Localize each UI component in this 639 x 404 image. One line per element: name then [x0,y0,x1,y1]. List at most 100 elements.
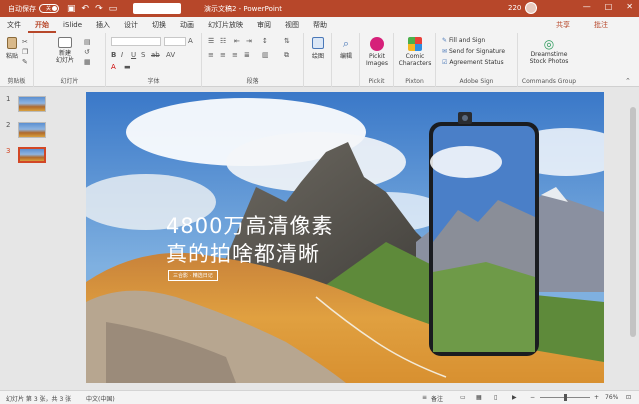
fit-slide-icon[interactable]: ⊡ [626,394,631,401]
font-search-box[interactable] [133,3,182,14]
slide-headline-line2[interactable]: 真的拍啥都清晰 [166,238,320,268]
align-right-icon[interactable]: ≡ [232,51,238,59]
align-left-icon[interactable]: ≡ [208,51,214,59]
tab-design[interactable]: 设计 [117,17,145,33]
slide-thumbnail-3[interactable] [18,147,46,163]
copy-icon[interactable]: ❐ [22,48,28,56]
smartart-icon[interactable]: ⧉ [284,51,289,60]
user-name[interactable]: 220 [508,4,521,12]
shapes-icon [312,37,324,49]
dreamstime-label-line2: Stock Photos [529,58,569,65]
fill-and-sign-button[interactable]: ✎ Fill and Sign [442,37,485,44]
close-icon[interactable]: ✕ [626,2,633,11]
tab-transitions[interactable]: 切换 [145,17,173,33]
undo-icon[interactable]: ↶ [82,4,90,14]
underline-icon[interactable]: U [131,51,136,59]
layout-icon[interactable]: ▤ [84,38,91,46]
bullets-icon[interactable]: ☰ [208,37,214,45]
bold-icon[interactable]: B [111,51,116,59]
notes-button[interactable]: 备注 [431,394,443,403]
language-indicator[interactable]: 中文(中国) [86,394,115,403]
text-direction-icon[interactable]: ⇅ [284,37,290,45]
quick-access-toolbar: ▣ ↶ ↷ ▭ [67,4,117,14]
send-for-signature-button[interactable]: ✉ Send for Signature [442,48,505,55]
autosave-toggle[interactable]: 关 [39,4,59,13]
agreement-status-button[interactable]: ☑ Agreement Status [442,59,504,66]
font-grow-icon[interactable]: A [188,37,193,45]
font-name-field[interactable] [111,37,161,46]
tab-animations[interactable]: 动画 [173,17,201,33]
line-spacing-icon[interactable]: ↕ [262,37,268,45]
comic-characters-button[interactable]: Comic Characters [396,37,434,67]
scrollbar-thumb[interactable] [630,107,636,337]
avatar[interactable] [525,2,537,14]
decrease-indent-icon[interactable]: ⇤ [234,37,240,45]
slide-thumbnail-panel: 1 2 3 [0,87,58,390]
italic-icon[interactable]: I [121,51,123,59]
agreement-status-label: Agreement Status [449,59,504,66]
tab-view[interactable]: 视图 [278,17,306,33]
ribbon-tabs: 文件 开始 iSlide 插入 设计 切换 动画 幻灯片放映 审阅 视图 帮助 … [0,17,639,33]
tab-slideshow[interactable]: 幻灯片放映 [201,17,250,33]
vertical-scrollbar[interactable] [627,87,639,390]
minimize-icon[interactable]: — [583,2,591,11]
align-center-icon[interactable]: ≡ [220,51,226,59]
numbering-icon[interactable]: ☷ [220,37,226,45]
section-icon[interactable]: ▦ [84,58,91,66]
collapse-ribbon-icon[interactable]: ⌃ [625,77,631,85]
spacing-icon[interactable]: AV [166,51,175,59]
pixton-label-line2: Characters [398,60,432,67]
group-label-font: 字体 [147,78,160,85]
cut-icon[interactable]: ✂ [22,38,28,46]
group-commands: ◎ Dreamstime Stock Photos Commands Group [518,33,580,87]
shadow-icon[interactable]: S [141,51,145,59]
tab-insert[interactable]: 插入 [89,17,117,33]
strikethrough-icon[interactable]: ab [151,51,160,59]
font-size-field[interactable] [164,37,186,46]
mountain-landscape-image [86,92,604,383]
justify-icon[interactable]: ≣ [244,51,250,59]
maximize-icon[interactable]: □ [605,2,613,11]
highlight-icon[interactable]: ▬ [124,63,131,71]
zoom-out-icon[interactable]: − [530,394,535,401]
zoom-level[interactable]: 76% [605,394,618,401]
increase-indent-icon[interactable]: ⇥ [246,37,252,45]
slide-canvas[interactable]: 4800万高清像素 真的拍啥都清晰 三合影 · 精选日记 [86,92,604,383]
save-icon[interactable]: ▣ [67,4,76,14]
group-clipboard: 粘贴 ✂ ❐ ✎ 剪贴板 [0,33,34,87]
slide-headline-line1[interactable]: 4800万高清像素 [166,210,333,240]
redo-icon[interactable]: ↷ [95,4,103,14]
normal-view-icon[interactable]: ▭ [460,394,466,401]
slide-thumbnail-1[interactable] [18,96,46,112]
paste-button[interactable]: 粘贴 [5,37,19,60]
share-button[interactable]: 共享 [556,20,570,30]
present-icon[interactable]: ▭ [109,4,118,14]
tab-islide[interactable]: iSlide [56,17,89,33]
tab-help[interactable]: 帮助 [306,17,334,33]
group-label-pixton: Pixton [405,78,424,85]
slide-sorter-icon[interactable]: ▦ [476,394,482,401]
status-bar: 幻灯片 第 3 张，共 3 张 中文(中国) ≡ 备注 ▭ ▦ ▯ ▶ − + … [0,390,639,404]
slide-tagline[interactable]: 三合影 · 精选日记 [168,270,218,281]
tab-home[interactable]: 开始 [28,17,56,33]
font-color-icon[interactable]: A [111,63,116,71]
zoom-in-icon[interactable]: + [594,394,599,401]
comments-button[interactable]: 批注 [594,20,608,30]
notes-icon[interactable]: ≡ [422,394,427,401]
reading-view-icon[interactable]: ▯ [494,394,497,401]
fill-and-sign-label: Fill and Sign [448,37,486,44]
new-slide-button[interactable]: 新建 幻灯片 [52,37,78,64]
editing-button[interactable]: ⌕ 编辑 [336,37,356,60]
dreamstime-button[interactable]: ◎ Dreamstime Stock Photos [522,37,576,65]
pickit-label-line2: Images [366,60,388,67]
reset-icon[interactable]: ↺ [84,48,90,56]
columns-icon[interactable]: ▥ [262,51,269,59]
slideshow-icon[interactable]: ▶ [512,394,517,401]
format-painter-icon[interactable]: ✎ [22,58,28,66]
slide-thumbnail-2[interactable] [18,122,46,138]
zoom-slider-thumb[interactable] [564,394,567,401]
drawing-button[interactable]: 绘图 [308,37,328,60]
tab-file[interactable]: 文件 [0,17,28,33]
tab-review[interactable]: 审阅 [250,17,278,33]
pickit-images-button[interactable]: Pickit Images [362,37,392,67]
